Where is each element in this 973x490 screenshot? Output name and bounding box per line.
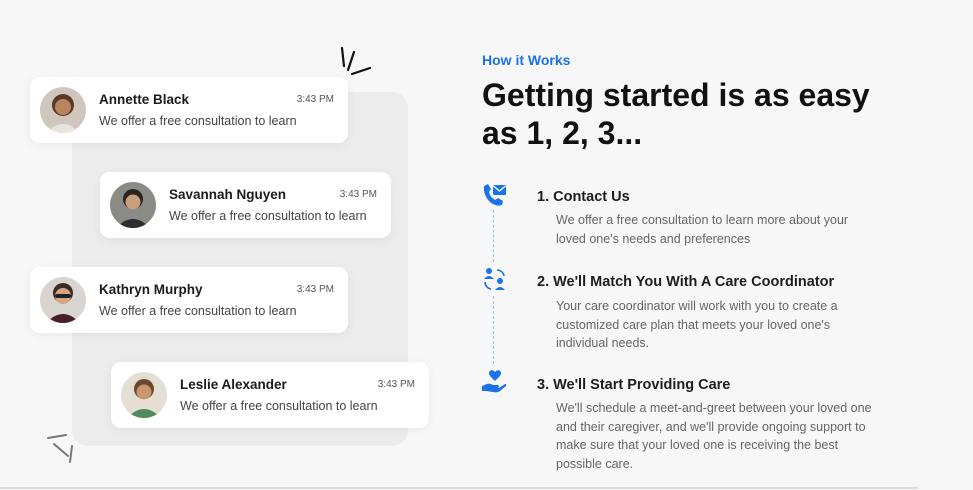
chat-message-card: Savannah Nguyen 3:43 PM We offer a free … bbox=[100, 172, 391, 238]
avatar bbox=[40, 277, 86, 323]
step-title: 1. Contact Us bbox=[537, 189, 630, 205]
step-title: 2. We'll Match You With A Care Coordinat… bbox=[537, 274, 835, 290]
sender-name: Kathryn Murphy bbox=[99, 282, 203, 297]
hand-heart-icon bbox=[482, 370, 507, 393]
message-time: 3:43 PM bbox=[296, 284, 334, 295]
avatar bbox=[110, 182, 156, 228]
section-headline: Getting started is as easy as 1, 2, 3... bbox=[482, 77, 870, 151]
message-time: 3:43 PM bbox=[377, 379, 415, 390]
message-time: 3:43 PM bbox=[296, 94, 334, 105]
message-text: We offer a free consultation to learn bbox=[180, 399, 378, 413]
chat-message-card: Kathryn Murphy 3:43 PM We offer a free c… bbox=[30, 267, 348, 333]
section-divider bbox=[0, 487, 918, 489]
chat-message-card: Annette Black 3:43 PM We offer a free co… bbox=[30, 77, 348, 143]
step-connector bbox=[493, 210, 494, 262]
sparkle-bottom-icon bbox=[47, 434, 73, 463]
step-description: We'll schedule a meet-and-greet between … bbox=[556, 401, 872, 471]
sender-name: Leslie Alexander bbox=[180, 377, 287, 392]
step-title: 3. We'll Start Providing Care bbox=[537, 377, 731, 393]
avatar bbox=[121, 372, 167, 418]
sparkle-top-icon bbox=[340, 46, 372, 76]
step-description: Your care coordinator will work with you… bbox=[556, 299, 838, 350]
message-text: We offer a free consultation to learn bbox=[99, 114, 297, 128]
people-match-icon bbox=[484, 268, 505, 290]
step-description: We offer a free consultation to learn mo… bbox=[556, 213, 849, 246]
avatar bbox=[40, 87, 86, 133]
chat-message-card: Leslie Alexander 3:43 PM We offer a free… bbox=[111, 362, 429, 428]
message-text: We offer a free consultation to learn bbox=[99, 304, 297, 318]
message-text: We offer a free consultation to learn bbox=[169, 209, 367, 223]
message-time: 3:43 PM bbox=[339, 189, 377, 200]
sender-name: Annette Black bbox=[99, 92, 190, 107]
section-eyebrow: How it Works bbox=[482, 52, 571, 68]
step-connector bbox=[493, 296, 494, 364]
sender-name: Savannah Nguyen bbox=[169, 187, 287, 202]
phone-mail-icon bbox=[483, 184, 506, 206]
